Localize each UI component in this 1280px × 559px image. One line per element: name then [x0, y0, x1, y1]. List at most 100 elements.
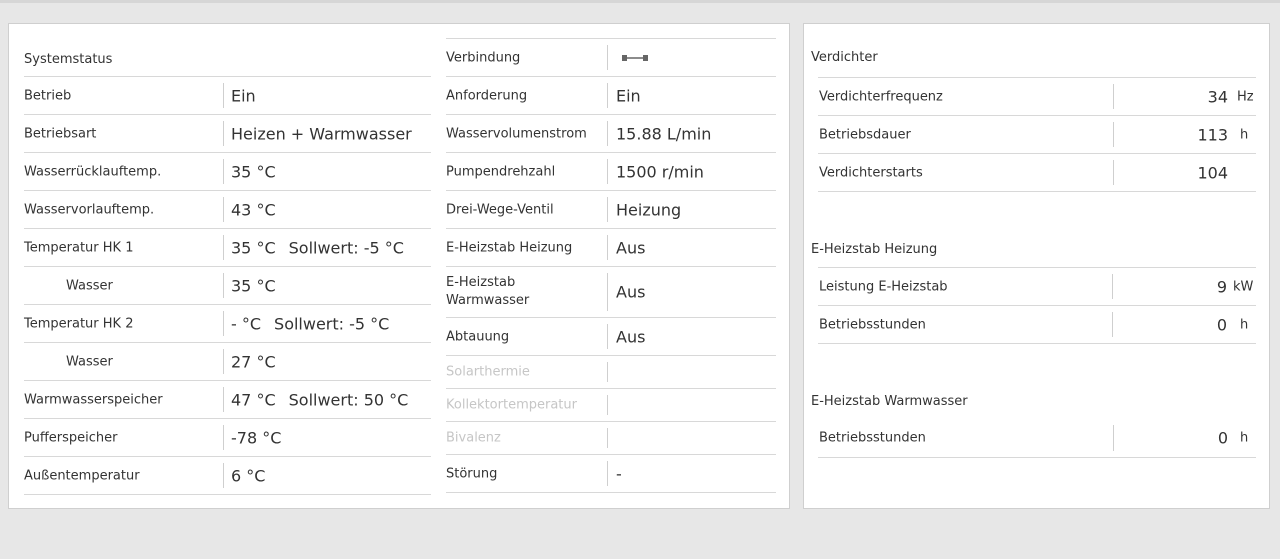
top-border	[0, 0, 1280, 3]
column-divider	[607, 45, 608, 70]
column-divider	[1113, 160, 1114, 185]
row-label: Wasservorlauftemp.	[24, 202, 155, 217]
status-row-aussentemperatur: Außentemperatur 6 °C	[24, 457, 431, 495]
row-label: Verdichterfrequenz	[819, 89, 943, 104]
detail-row-solarthermie: Solarthermie	[446, 356, 776, 389]
verdichter-row-betriebsdauer: Betriebsdauer 113 h	[818, 116, 1256, 154]
column-divider	[607, 121, 608, 146]
row-label: Pufferspeicher	[24, 430, 118, 445]
column-divider	[223, 463, 224, 488]
row-label: Temperatur HK 2	[24, 316, 134, 331]
row-value: Aus	[616, 238, 646, 257]
row-unit: h	[1240, 430, 1249, 446]
column-divider	[223, 349, 224, 374]
details-column: Verbindung Anforderung Ein Wasservolumen…	[446, 24, 776, 510]
row-label: Verbindung	[446, 50, 521, 65]
heizstab-warmwasser-table: Betriebsstunden 0 h	[818, 419, 1256, 461]
detail-row-wasservolumenstrom: Wasservolumenstrom 15.88 L/min	[446, 115, 776, 153]
row-value: Aus	[616, 282, 646, 302]
row-label: Betrieb	[24, 88, 72, 103]
row-unit: h	[1240, 317, 1249, 332]
row-label: Außentemperatur	[24, 468, 140, 483]
column-divider	[223, 83, 224, 108]
heizstab-heizung-table: Leistung E-Heizstab 9 kW Betriebsstunden…	[818, 267, 1256, 347]
setpoint-value: Sollwert: -5 °C	[288, 238, 404, 257]
row-label: E-Heizstab Warmwasser	[446, 275, 530, 308]
row-label: Wasserrücklauftemp.	[24, 164, 162, 179]
row-value: 47 °C Sollwert: 50 °C	[231, 390, 408, 409]
status-row-vorlauf: Wasservorlauftemp. 43 °C	[24, 191, 431, 229]
status-row-betrieb: Betrieb Ein	[24, 77, 431, 115]
column-divider	[1112, 274, 1113, 299]
column-divider	[607, 197, 608, 222]
column-divider	[1113, 122, 1114, 147]
row-value: 27 °C	[231, 352, 276, 371]
verdichter-title: Verdichter	[811, 50, 878, 65]
row-value: 43 °C	[231, 200, 276, 219]
row-label: Drei-Wege-Ventil	[446, 202, 554, 217]
connection-icon	[622, 54, 648, 61]
row-label: Störung	[446, 466, 498, 481]
row-value: - °C Sollwert: -5 °C	[231, 314, 389, 333]
row-value: Ein	[616, 86, 641, 105]
row-value: 34	[1207, 87, 1228, 106]
column-divider	[223, 425, 224, 450]
detail-row-anforderung: Anforderung Ein	[446, 77, 776, 115]
column-divider	[607, 362, 608, 382]
heizstab-warmwasser-title: E-Heizstab Warmwasser	[811, 394, 968, 409]
current-value: - °C	[231, 314, 262, 333]
column-divider	[223, 387, 224, 412]
row-label: Warmwasserspeicher	[24, 392, 163, 407]
systemstatus-title: Systemstatus	[24, 52, 113, 67]
column-divider	[223, 273, 224, 298]
column-divider	[223, 235, 224, 260]
row-label: Abtauung	[446, 329, 510, 344]
detail-row-bivalenz: Bivalenz	[446, 422, 776, 455]
row-value: Aus	[616, 327, 646, 346]
heizstab-row-betriebsstunden: Betriebsstunden 0 h	[818, 306, 1256, 344]
current-value: 35 °C	[231, 238, 276, 257]
current-value: 47 °C	[231, 390, 276, 409]
status-row-hk1: Temperatur HK 1 35 °C Sollwert: -5 °C	[24, 229, 431, 267]
row-value: 15.88 L/min	[616, 124, 712, 143]
row-label: Pumpendrehzahl	[446, 164, 556, 179]
status-row-hk2: Temperatur HK 2 - °C Sollwert: -5 °C	[24, 305, 431, 343]
status-panel: Systemstatus Betrieb Ein Betriebsart Hei…	[8, 23, 790, 509]
setpoint-value: Sollwert: -5 °C	[274, 314, 390, 333]
detail-row-drei-wege-ventil: Drei-Wege-Ventil Heizung	[446, 191, 776, 229]
column-divider	[223, 121, 224, 146]
column-divider	[607, 273, 608, 311]
status-row-ruecklauf: Wasserrücklauftemp. 35 °C	[24, 153, 431, 191]
column-divider	[607, 235, 608, 260]
column-divider	[607, 324, 608, 349]
column-divider	[607, 395, 608, 415]
row-value: -78 °C	[231, 428, 282, 447]
row-value: 35 °C Sollwert: -5 °C	[231, 238, 404, 257]
column-divider	[607, 159, 608, 184]
column-divider	[607, 83, 608, 108]
row-label: Anforderung	[446, 88, 528, 103]
setpoint-value: Sollwert: 50 °C	[288, 390, 409, 409]
column-divider	[223, 197, 224, 222]
row-label: Solarthermie	[446, 364, 530, 380]
warmwasser-row-betriebsstunden: Betriebsstunden 0 h	[818, 419, 1256, 458]
row-label: Wasservolumenstrom	[446, 126, 587, 141]
row-label: Betriebsart	[24, 126, 97, 141]
row-value: 35 °C	[231, 276, 276, 295]
statistics-panel: Verdichter Verdichterfrequenz 34 Hz Betr…	[803, 23, 1270, 509]
row-label: Betriebsdauer	[819, 127, 911, 142]
row-value: 1500 r/min	[616, 162, 704, 181]
row-label: Temperatur HK 1	[24, 240, 134, 255]
row-unit: Hz	[1237, 89, 1254, 104]
row-label: Betriebsstunden	[819, 430, 926, 446]
detail-row-eheizstab-warmwasser: E-Heizstab Warmwasser Aus	[446, 267, 776, 318]
column-divider	[223, 159, 224, 184]
status-row-pufferspeicher: Pufferspeicher -78 °C	[24, 419, 431, 457]
verdichter-row-frequenz: Verdichterfrequenz 34 Hz	[818, 78, 1256, 116]
row-label: Leistung E-Heizstab	[819, 279, 948, 294]
detail-row-stoerung: Störung -	[446, 455, 776, 493]
row-value: 0	[1216, 315, 1227, 334]
row-label: Bivalenz	[446, 430, 501, 446]
column-divider	[1112, 312, 1113, 337]
verdichter-table: Verdichterfrequenz 34 Hz Betriebsdauer 1…	[818, 77, 1256, 197]
